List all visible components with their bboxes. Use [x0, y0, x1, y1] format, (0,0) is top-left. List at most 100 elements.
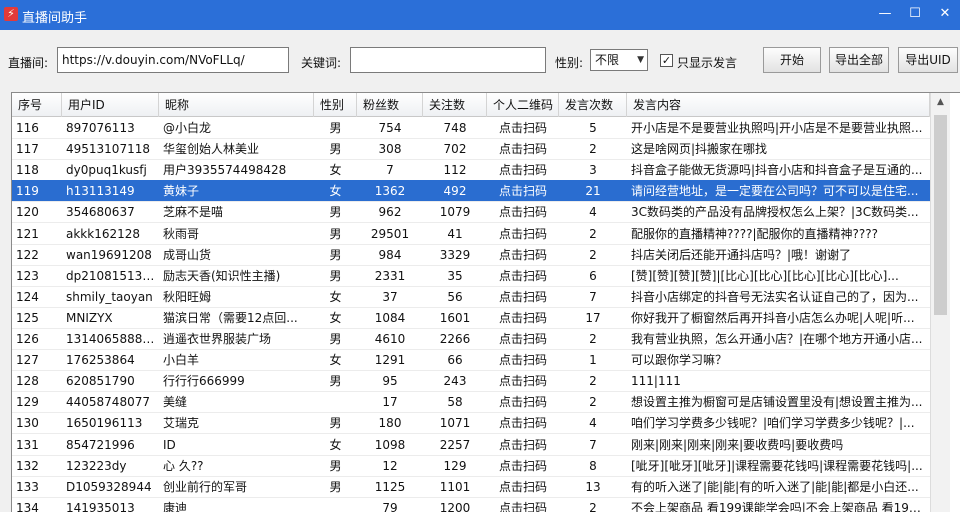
- table-cell: 12: [382, 458, 398, 473]
- table-row[interactable]: 125 MNIZYX 猫滨日常（需要12点回... 女 1084 1601 点击扫码 17 你好…: [12, 307, 930, 329]
- header-col-index[interactable]: 序号: [12, 93, 62, 117]
- table-row[interactable]: 127 176253864 小白羊 女 1291 66 点击扫码 1 可以跟你学习嘛？: [12, 349, 930, 372]
- table-row[interactable]: 116 897076113 @小白龙 男 754 748 点击扫码 5 开小店是不是要营业执照吗…: [12, 117, 930, 139]
- qrcode-link[interactable]: 点击扫码: [487, 223, 559, 245]
- table-cell: 79: [382, 500, 398, 512]
- header-col-speak-count[interactable]: 发言次数: [559, 93, 627, 117]
- table-cell: 1071: [439, 416, 471, 431]
- table-row[interactable]: 122 wan19691208 成哥山货 男 984 3329 点击扫码 2 抖店关闭后还能开通…: [12, 244, 930, 266]
- table-cell: 1: [589, 353, 597, 368]
- table-row[interactable]: 118 dy0puq1kusfj 用户3935574498428 女 7 112 点击扫码 3…: [12, 159, 930, 182]
- table-cell: 创业前行的军哥: [163, 479, 248, 494]
- qrcode-link[interactable]: 点击扫码: [487, 349, 559, 371]
- table-cell: 1650196113: [66, 416, 143, 431]
- table-row[interactable]: 121 akkk162128 秋雨哥 男 29501 41 点击扫码 2 配服你的直播精神???…: [12, 223, 930, 245]
- table-cell: 95: [382, 374, 398, 389]
- maximize-button[interactable]: ☐: [904, 4, 926, 24]
- table-cell: 1101: [439, 479, 471, 494]
- table-cell: 126: [16, 332, 39, 346]
- table-cell: 129: [443, 458, 467, 473]
- table-row[interactable]: 117 49513107118 华玺创始人林美业 男 308 702 点击扫码 2 这是啥网页|…: [12, 138, 930, 161]
- header-col-nickname[interactable]: 昵称: [159, 93, 314, 117]
- table-cell: 2266: [439, 332, 471, 346]
- table-row[interactable]: 132 123223dy 心 久?? 男 12 129 点击扫码 8 [呲牙][呲牙][呲牙]|…: [12, 455, 930, 477]
- qrcode-link[interactable]: 点击扫码: [487, 434, 559, 456]
- table-row[interactable]: 124 shmily_taoyan 秋阳旺姆 女 37 56 点击扫码 7 抖音小店绑定的抖音号…: [12, 286, 930, 308]
- export-uid-button[interactable]: 导出UID: [898, 47, 958, 73]
- qrcode-link[interactable]: 点击扫码: [487, 455, 559, 477]
- qrcode-link[interactable]: 点击扫码: [487, 286, 559, 308]
- table-cell: 854721996: [66, 437, 135, 452]
- table-cell: 1084: [374, 310, 406, 325]
- header-col-user-id[interactable]: 用户ID: [62, 93, 159, 117]
- room-url-input[interactable]: [57, 47, 289, 73]
- table-cell: 男: [329, 247, 342, 262]
- table-cell: 120: [16, 205, 39, 220]
- qrcode-link[interactable]: 点击扫码: [487, 370, 559, 392]
- qrcode-link[interactable]: 点击扫码: [487, 265, 559, 287]
- table-cell: 可以跟你学习嘛？: [631, 353, 728, 368]
- start-button[interactable]: 开始: [763, 47, 821, 73]
- qrcode-link[interactable]: 点击扫码: [487, 201, 559, 223]
- table-cell: 抖音小店绑定的抖音号无法实名认证自己的了，因为...: [631, 289, 919, 304]
- table-cell: 7: [589, 437, 597, 452]
- qrcode-link[interactable]: 点击扫码: [487, 412, 559, 434]
- table-row[interactable]: 131 854721996 ID 女 1098 2257 点击扫码 7 刚来|刚来|刚来|刚来|…: [12, 434, 930, 456]
- qrcode-link[interactable]: 点击扫码: [487, 497, 559, 512]
- qrcode-link[interactable]: 点击扫码: [487, 328, 559, 350]
- export-all-button[interactable]: 导出全部: [829, 47, 889, 73]
- table-cell: 17: [585, 310, 601, 325]
- table-row[interactable]: 130 1650196113 艾瑞克 男 180 1071 点击扫码 4 咱们学习学费多少钱呢？…: [12, 412, 930, 435]
- vertical-scrollbar[interactable]: ▲: [930, 93, 950, 512]
- table-cell: 122: [16, 247, 39, 262]
- header-col-followers[interactable]: 粉丝数: [357, 93, 423, 117]
- table-row[interactable]: 123 dp210815131... 励志天香(知识性主播) 男 2331 35 点击扫码 6…: [12, 265, 930, 287]
- table-row[interactable]: 134 141935013 康迪 79 1200 点击扫码 2 不会上架商品 看199课能学会…: [12, 497, 930, 512]
- table-cell: dp210815131...: [66, 268, 159, 283]
- close-button[interactable]: ✕: [934, 4, 956, 24]
- only-speak-label[interactable]: 只显示发言: [677, 54, 737, 71]
- table-cell: 1601: [439, 310, 471, 325]
- table-cell: 女: [329, 289, 342, 304]
- table-cell: [赞][赞][赞][赞]|[比心][比心][比心][比心][比心]...: [631, 268, 899, 283]
- qrcode-link[interactable]: 点击扫码: [487, 117, 559, 139]
- table-cell: 女: [329, 437, 342, 452]
- header-col-following[interactable]: 关注数: [423, 93, 487, 117]
- qrcode-link[interactable]: 点击扫码: [487, 180, 559, 202]
- table-cell: 1125: [374, 479, 406, 494]
- keyword-input[interactable]: [350, 47, 546, 73]
- only-speak-checkbox[interactable]: ✓: [660, 54, 673, 67]
- table-cell: 5: [589, 121, 597, 135]
- table-cell: 猫滨日常（需要12点回...: [163, 310, 298, 325]
- table-row[interactable]: 126 13140658889... 逍遥衣世界服装广场 男 4610 2266 点击扫码 2…: [12, 328, 930, 350]
- table-cell: 121: [16, 226, 39, 241]
- scrollbar-thumb[interactable]: [934, 115, 947, 315]
- qrcode-link[interactable]: 点击扫码: [487, 391, 559, 413]
- table-cell: 成哥山货: [163, 247, 212, 262]
- qrcode-link[interactable]: 点击扫码: [487, 138, 559, 160]
- table-row[interactable]: 128 620851790 行行行666999 男 95 243 点击扫码 2 111|111: [12, 370, 930, 393]
- scroll-up-arrow-icon[interactable]: ▲: [931, 93, 950, 111]
- table-cell: 44058748077: [66, 395, 150, 410]
- table-cell: 配服你的直播精神????|配服你的直播精神????: [631, 226, 878, 241]
- table-cell: 4: [589, 416, 597, 431]
- gender-select[interactable]: 不限 ▼: [590, 49, 648, 71]
- table-row[interactable]: 119 h13113149 黄妹子 女 1362 492 点击扫码 21 请问经营地址，是一定要…: [12, 180, 930, 203]
- table-cell: 35: [447, 268, 463, 283]
- qrcode-link[interactable]: 点击扫码: [487, 159, 559, 181]
- table-cell: 962: [378, 205, 402, 220]
- header-col-speak-content[interactable]: 发言内容: [627, 93, 930, 117]
- table-row[interactable]: 129 44058748077 美缝 17 58 点击扫码 2 想设置主推为橱窗可是店铺设置里…: [12, 391, 930, 414]
- table-row[interactable]: 120 354680637 芝麻不是喵 男 962 1079 点击扫码 4 3C数码类的产品没有…: [12, 201, 930, 224]
- minimize-button[interactable]: —: [874, 4, 896, 24]
- header-col-gender[interactable]: 性别: [314, 93, 357, 117]
- table-row[interactable]: 133 D1059328944 创业前行的军哥 男 1125 1101 点击扫码 13 有的听入…: [12, 476, 930, 498]
- qrcode-link[interactable]: 点击扫码: [487, 244, 559, 266]
- header-col-qrcode[interactable]: 个人二维码: [487, 93, 559, 117]
- table-cell: 176253864: [66, 353, 135, 368]
- qrcode-link[interactable]: 点击扫码: [487, 307, 559, 329]
- table-cell: 3C数码类的产品没有品牌授权怎么上架？|3C数码类...: [631, 205, 919, 220]
- table-cell: 29501: [370, 226, 410, 241]
- keyword-label: 关键词:: [301, 56, 342, 70]
- qrcode-link[interactable]: 点击扫码: [487, 476, 559, 498]
